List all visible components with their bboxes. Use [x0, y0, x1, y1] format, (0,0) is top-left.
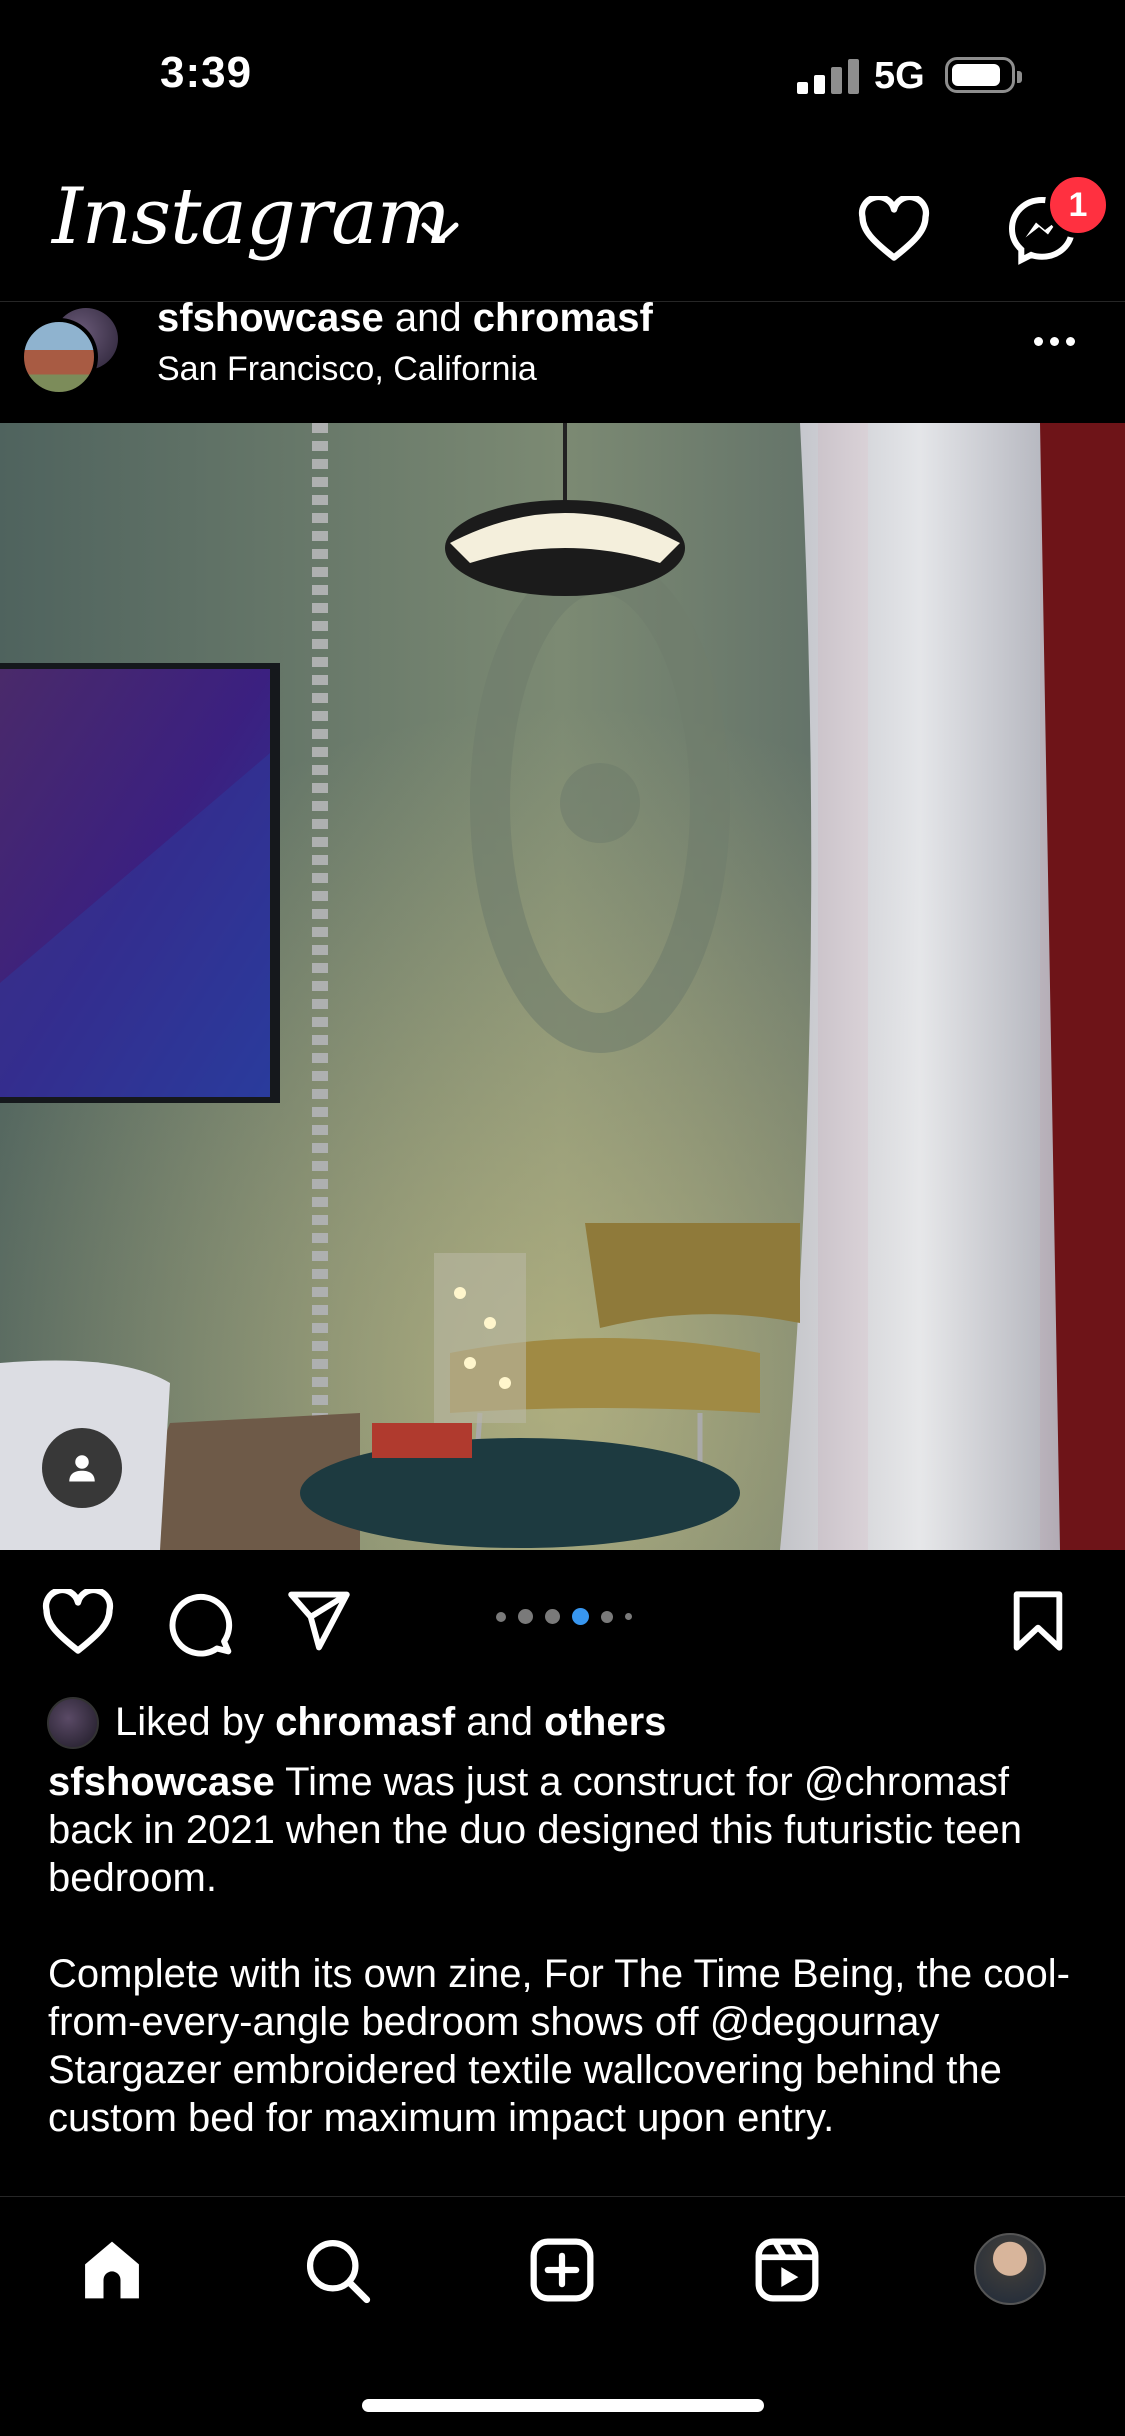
post-caption[interactable]: sfshowcase Time was just a construct for… [48, 1758, 1088, 2196]
battery-icon [945, 57, 1022, 93]
instagram-logo[interactable]: Instagram [52, 172, 451, 262]
post-location[interactable]: San Francisco, California [157, 350, 537, 389]
save-bookmark-icon[interactable] [1008, 1589, 1068, 1658]
carousel-dot [625, 1613, 632, 1620]
post-author-avatars[interactable] [20, 304, 130, 396]
liked-by-connector: and [466, 1700, 534, 1744]
person-icon [69, 1455, 95, 1482]
comment-icon[interactable] [166, 1589, 234, 1662]
caption-author[interactable]: sfshowcase [48, 1760, 275, 1804]
more-options-icon[interactable] [1034, 337, 1075, 346]
liked-by-user[interactable]: chromasf [275, 1700, 455, 1744]
search-icon[interactable] [303, 2236, 371, 2309]
reels-icon[interactable] [753, 2236, 821, 2309]
create-icon[interactable] [528, 2236, 596, 2309]
network-type: 5G [874, 55, 925, 97]
avatar [20, 318, 98, 396]
caption-text-continued: Complete with its own zine, For The Time… [48, 1952, 1070, 2140]
cellular-signal-icon [797, 58, 859, 94]
post-authors[interactable]: sfshowcase and chromasf [157, 296, 653, 341]
post-author-name[interactable]: sfshowcase [157, 296, 384, 340]
liked-by-text[interactable]: Liked by chromasf and others [115, 1700, 666, 1745]
carousel-dot [601, 1610, 613, 1623]
carousel-dot [545, 1609, 560, 1624]
liked-by-others[interactable]: others [544, 1700, 666, 1744]
tagged-people-button[interactable] [42, 1428, 122, 1508]
home-icon[interactable] [78, 2236, 146, 2309]
carousel-dot [496, 1611, 506, 1622]
chevron-down-icon[interactable] [420, 220, 460, 251]
liked-by-avatar[interactable] [47, 1697, 99, 1749]
share-paper-plane-icon[interactable] [285, 1589, 353, 1658]
post-coauthor-name[interactable]: chromasf [473, 296, 653, 340]
post-image[interactable] [0, 423, 1125, 1550]
status-time: 3:39 [160, 48, 253, 97]
liked-by-prefix: Liked by [115, 1700, 264, 1744]
messages-badge[interactable]: 1 [1045, 172, 1111, 238]
profile-avatar[interactable] [974, 2233, 1046, 2305]
carousel-dot [518, 1609, 533, 1624]
authors-connector: and [394, 296, 462, 340]
notifications-heart-icon[interactable] [858, 193, 930, 267]
home-indicator[interactable] [362, 2399, 764, 2412]
like-heart-icon[interactable] [42, 1586, 114, 1660]
carousel-dots [496, 1608, 632, 1625]
carousel-dot [572, 1608, 589, 1625]
